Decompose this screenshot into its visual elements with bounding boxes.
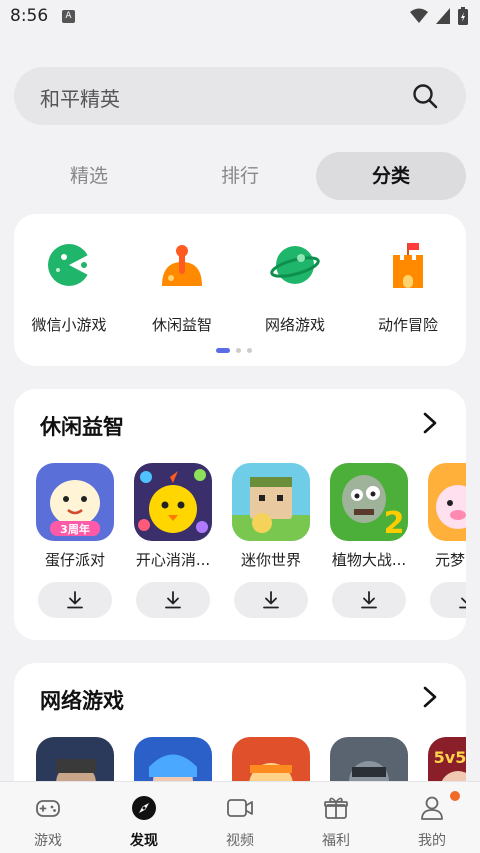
nav-label: 游戏 (34, 833, 62, 849)
app-item[interactable] (231, 737, 311, 781)
app-name: 植物大战... (331, 551, 407, 569)
status-bar: 8:56 A (0, 0, 480, 34)
download-button[interactable] (38, 582, 112, 618)
category-card: 微信小游戏 休闲益智 网络游戏 动作冒险 (14, 214, 466, 366)
app-icon-yuanmeng (428, 463, 466, 541)
download-icon (67, 591, 83, 609)
app-item[interactable]: 开心消消... (133, 463, 213, 618)
app-item[interactable]: 3周年 蛋仔派对 (35, 463, 115, 618)
notification-dot (450, 791, 460, 801)
category-casual-puzzle[interactable]: 休闲益智 (127, 240, 237, 335)
app-item[interactable]: 元梦 (427, 463, 466, 618)
app-icon-eggy-party: 3周年 (36, 463, 114, 541)
cell-signal-icon (436, 8, 450, 24)
category-online-game[interactable]: 网络游戏 (240, 240, 350, 335)
person-icon (421, 796, 443, 820)
compass-icon (132, 796, 156, 820)
casual-puzzle-icon (162, 245, 202, 286)
app-icon-plants-vs-zombies: 2 (330, 463, 408, 541)
page-dot-active (216, 348, 230, 353)
app-icon-badge: 5v5 (434, 748, 466, 767)
app-item[interactable]: 迷你世界 (231, 463, 311, 618)
gamepad-icon (36, 800, 60, 817)
app-icon-mini-world (232, 463, 310, 541)
app-item[interactable] (133, 737, 213, 781)
online-game-icon (270, 246, 320, 284)
wifi-icon (410, 8, 428, 23)
chevron-right-icon[interactable] (420, 411, 440, 435)
app-icon-happy-match (134, 463, 212, 541)
bottom-nav: 游戏 发现 视频 福利 我的 (0, 781, 480, 853)
category-label: 休闲益智 (151, 316, 212, 334)
app-name: 元梦 (435, 551, 466, 569)
video-icon (227, 799, 253, 817)
section-online-games: 网络游戏 5v5 (14, 663, 466, 781)
section-title: 网络游戏 (40, 689, 124, 713)
wechat-minigame-icon (48, 244, 90, 286)
app-icon-online-2 (134, 737, 212, 781)
tab-featured[interactable]: 精选 (14, 152, 164, 200)
download-icon (165, 591, 181, 609)
top-tabs: 精选 排行 分类 (14, 152, 466, 200)
app-icon-online-1 (36, 737, 114, 781)
download-button[interactable] (332, 582, 406, 618)
category-wechat-minigame[interactable]: 微信小游戏 (14, 240, 124, 335)
search-bar[interactable]: 和平精英 (14, 67, 466, 125)
download-button[interactable] (234, 582, 308, 618)
app-item[interactable] (329, 737, 409, 781)
system-icons (410, 7, 468, 25)
nav-item-games[interactable]: 游戏 (18, 794, 78, 850)
page-indicator (216, 348, 252, 353)
section-title: 休闲益智 (40, 415, 124, 439)
tab-category[interactable]: 分类 (316, 152, 466, 200)
app-icon-online-3 (232, 737, 310, 781)
status-time: 8:56 (10, 6, 49, 26)
app-item[interactable]: 5v5 (427, 737, 466, 781)
nav-item-discover[interactable]: 发现 (114, 794, 174, 850)
download-icon (459, 597, 466, 609)
page-dot (247, 348, 252, 353)
search-icon[interactable] (412, 83, 438, 109)
tab-ranking[interactable]: 排行 (165, 152, 315, 200)
nav-item-rewards[interactable]: 福利 (306, 794, 366, 850)
gift-icon (324, 797, 348, 819)
app-item[interactable]: 2 植物大战... (329, 463, 409, 618)
app-name: 蛋仔派对 (44, 551, 105, 569)
chevron-right-icon[interactable] (420, 685, 440, 709)
search-query: 和平精英 (40, 87, 120, 111)
app-name: 开心消消... (135, 551, 211, 569)
page-dot (236, 348, 241, 353)
app-item[interactable] (35, 737, 115, 781)
download-icon (361, 591, 377, 609)
battery-icon (458, 7, 468, 25)
category-label: 动作冒险 (377, 316, 438, 334)
nav-label: 福利 (322, 833, 350, 849)
app-icon-online-4 (330, 737, 408, 781)
download-icon (263, 591, 279, 609)
download-button[interactable] (430, 582, 466, 618)
nav-label: 发现 (130, 833, 158, 849)
app-icon-badge: 3周年 (60, 522, 90, 536)
nav-item-video[interactable]: 视频 (210, 794, 270, 850)
nav-item-me[interactable]: 我的 (402, 794, 462, 850)
nav-label: 视频 (226, 833, 254, 849)
app-name: 迷你世界 (240, 551, 301, 569)
action-adventure-icon (393, 243, 423, 288)
download-button[interactable] (136, 582, 210, 618)
app-icon-online-5: 5v5 (428, 737, 466, 781)
category-label: 网络游戏 (264, 316, 325, 334)
svg-text:2: 2 (384, 506, 405, 541)
section-casual-puzzle: 休闲益智 3周年 蛋仔派对 开心消消... 迷你世界 2 植物大战... 元梦 (14, 389, 466, 640)
category-action-adventure[interactable]: 动作冒险 (353, 240, 463, 335)
notification-app-icon: A (62, 10, 75, 23)
category-label: 微信小游戏 (31, 316, 107, 334)
nav-label: 我的 (418, 833, 446, 849)
